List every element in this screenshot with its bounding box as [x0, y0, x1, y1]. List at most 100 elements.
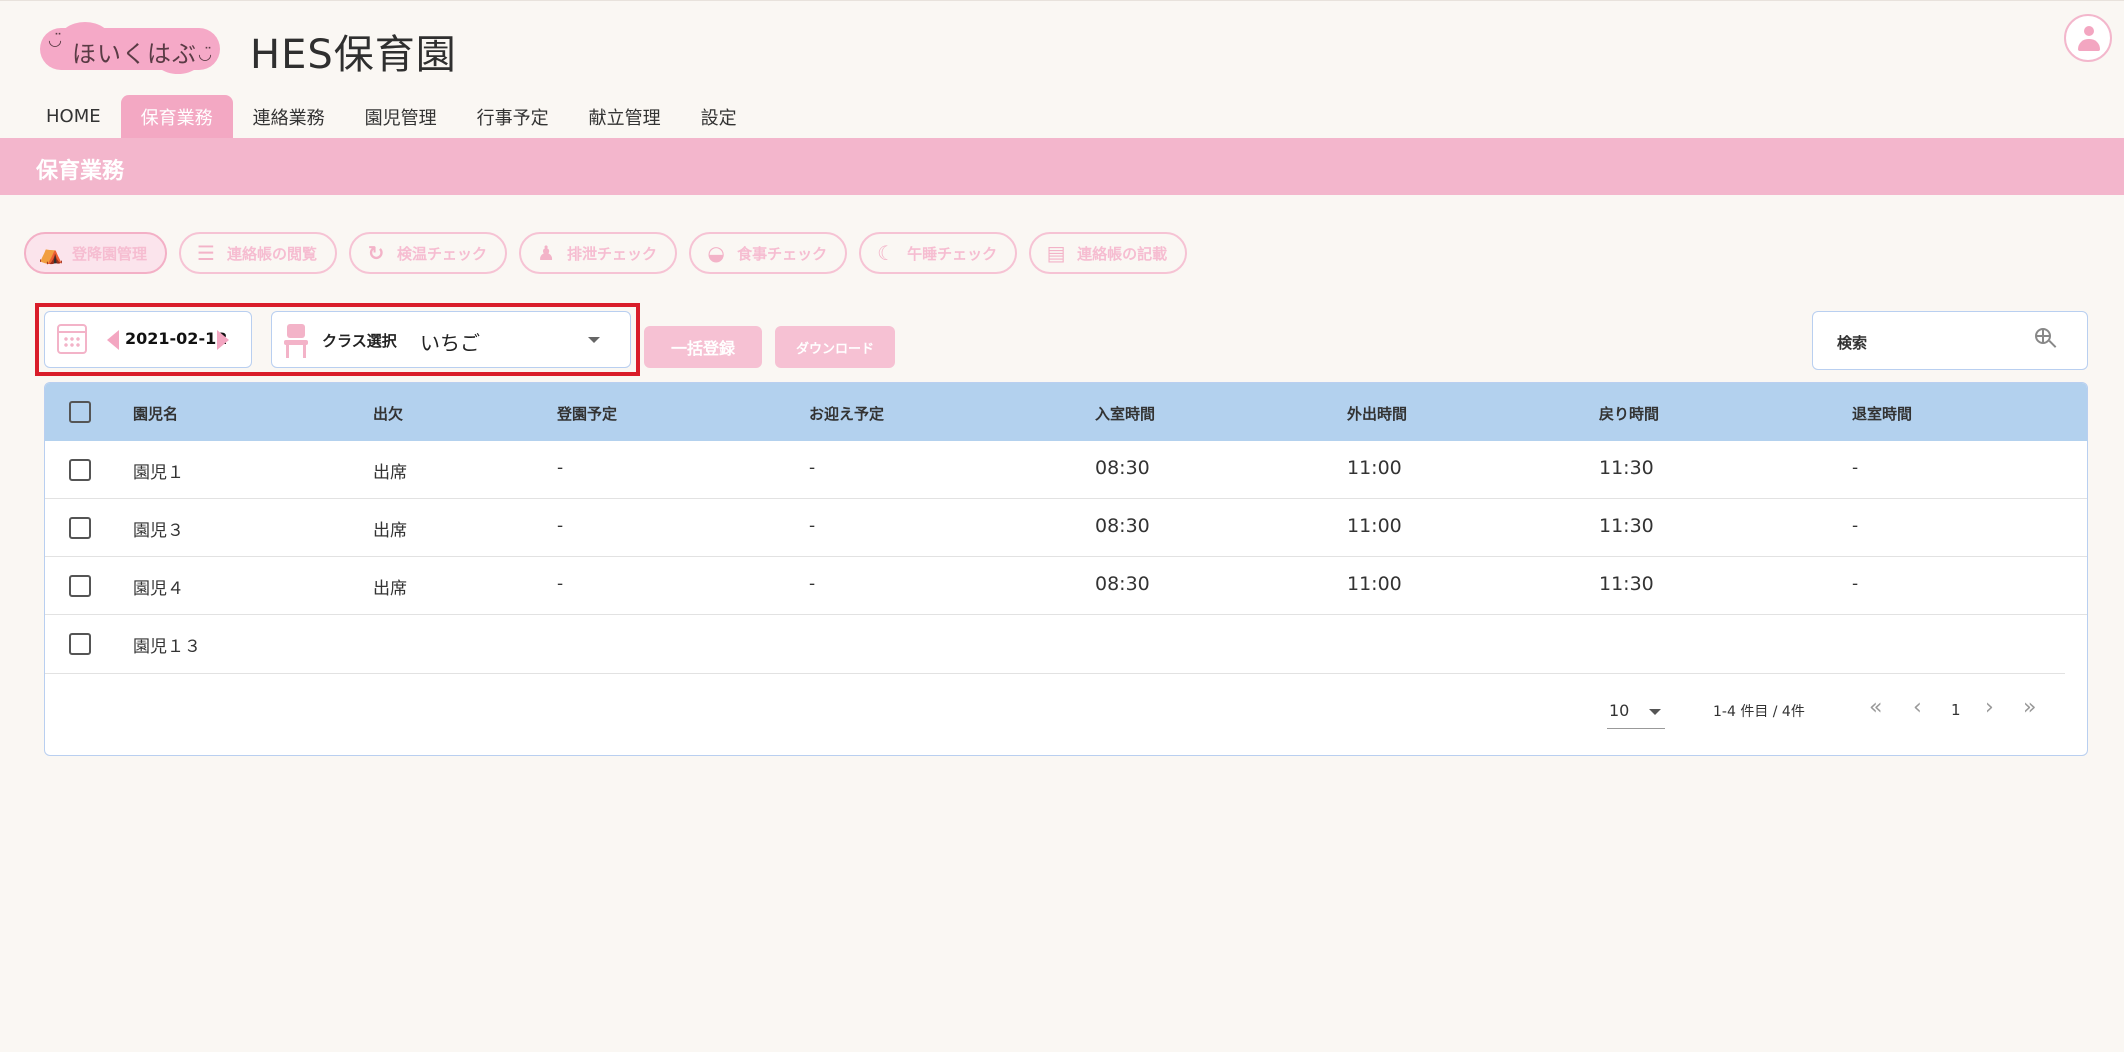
- notebook-icon: ▤: [1046, 241, 1066, 265]
- next-date-icon[interactable]: [217, 330, 229, 350]
- logo-face-left-icon: ◡̈: [48, 30, 62, 49]
- nav-tab-gyoji[interactable]: 行事予定: [457, 95, 569, 138]
- column-header[interactable]: 出欠: [373, 403, 403, 424]
- submenu-label: 排泄チェック: [567, 244, 658, 263]
- chevron-down-icon: [1649, 709, 1661, 715]
- first-page-icon[interactable]: «: [1869, 695, 1882, 720]
- scheduled-arrival: -: [557, 574, 564, 594]
- user-avatar-button[interactable]: [2064, 14, 2112, 62]
- scheduled-pickup: -: [809, 574, 816, 594]
- column-header[interactable]: 入室時間: [1095, 403, 1155, 424]
- exit-time: -: [1852, 458, 1859, 478]
- outing-time: 11:00: [1347, 457, 1402, 479]
- per-page-select[interactable]: 10: [1607, 699, 1665, 729]
- submenu-nap-button[interactable]: ☾ 午睡チェック: [859, 232, 1018, 274]
- submenu-label: 登降園管理: [72, 244, 148, 263]
- child-name: 園児１: [133, 463, 184, 483]
- child-name: 園児４: [133, 579, 184, 599]
- exit-time: -: [1852, 516, 1859, 536]
- submenu-attendance-button[interactable]: ⛺ 登降園管理: [24, 232, 168, 274]
- top-border: [0, 0, 2124, 1]
- search-icon[interactable]: [2035, 328, 2057, 350]
- child-name: 園児３: [133, 521, 184, 541]
- pager-divider: [45, 673, 2065, 674]
- row-checkbox[interactable]: [69, 459, 91, 481]
- submenu-label: 食事チェック: [737, 244, 828, 263]
- calendar-icon[interactable]: [57, 324, 87, 354]
- submenu-meal-button[interactable]: ◒ 食事チェック: [689, 232, 848, 274]
- nav-tab-home[interactable]: HOME: [26, 95, 121, 138]
- thermometer-icon: ↻: [367, 241, 385, 265]
- logo[interactable]: ◡̈ ほいくはぶ ◡̈: [40, 22, 220, 74]
- submenu-label: 連絡帳の閲覧: [227, 244, 318, 263]
- submenu-label: 午睡チェック: [907, 244, 998, 263]
- site-title: HES保育園: [250, 32, 457, 78]
- nav-tab-kondate[interactable]: 献立管理: [569, 95, 681, 138]
- next-page-icon[interactable]: ›: [1985, 695, 1994, 720]
- duck-icon: ♟: [537, 241, 556, 265]
- class-select[interactable]: クラス選択 いちご: [271, 311, 631, 368]
- submenu-notebook-view-button[interactable]: ☰ 連絡帳の閲覧: [179, 232, 338, 274]
- column-header[interactable]: 登園予定: [557, 403, 617, 424]
- bulk-register-button[interactable]: 一括登録: [644, 326, 762, 368]
- table-row[interactable]: 園児４ 出席 - - 08:30 11:00 11:30 -: [45, 557, 2087, 615]
- submenu-temperature-button[interactable]: ↻ 検温チェック: [349, 232, 508, 274]
- exit-time: -: [1852, 574, 1859, 594]
- column-header[interactable]: 外出時間: [1347, 403, 1407, 424]
- return-time: 11:30: [1599, 457, 1654, 479]
- outing-time: 11:00: [1347, 573, 1402, 595]
- arch-icon: ⛺: [38, 241, 64, 265]
- user-icon: [2084, 26, 2094, 36]
- class-select-label: クラス選択: [322, 332, 397, 350]
- scheduled-pickup: -: [809, 516, 816, 536]
- nav-tab-hoiku[interactable]: 保育業務: [120, 95, 233, 138]
- list-icon: ☰: [197, 241, 215, 265]
- chevron-down-icon: [588, 337, 600, 343]
- submenu-label: 検温チェック: [397, 244, 488, 263]
- per-page-value: 10: [1609, 701, 1630, 720]
- submenu-label: 連絡帳の記載: [1077, 244, 1168, 263]
- column-header[interactable]: お迎え予定: [809, 403, 884, 424]
- scheduled-arrival: -: [557, 458, 564, 478]
- bowl-icon: ◒: [707, 241, 725, 265]
- row-checkbox[interactable]: [69, 575, 91, 597]
- select-all-checkbox[interactable]: [69, 401, 91, 423]
- attendance-status: 出席: [373, 521, 407, 541]
- table-row[interactable]: 園児１ 出席 - - 08:30 11:00 11:30 -: [45, 441, 2087, 499]
- prev-page-icon[interactable]: ‹: [1913, 695, 1922, 720]
- row-checkbox[interactable]: [69, 633, 91, 655]
- column-header[interactable]: 退室時間: [1852, 403, 1912, 424]
- submenu-excretion-button[interactable]: ♟ 排泄チェック: [519, 232, 678, 274]
- current-page[interactable]: 1: [1951, 701, 1961, 719]
- scheduled-arrival: -: [557, 516, 564, 536]
- logo-text: ほいくはぶ: [72, 40, 197, 68]
- table-row[interactable]: 園児１３: [45, 615, 2087, 673]
- class-select-value: いちご: [420, 331, 480, 355]
- date-picker[interactable]: 2021-02-12: [44, 311, 252, 368]
- logo-face-right-icon: ◡̈: [198, 44, 212, 63]
- chair-icon: [284, 324, 308, 358]
- search-placeholder: 検索: [1837, 334, 1868, 352]
- entry-time: 08:30: [1095, 573, 1150, 595]
- attendance-status: 出席: [373, 463, 407, 483]
- submenu-notebook-write-button[interactable]: ▤ 連絡帳の記載: [1029, 232, 1188, 274]
- last-page-icon[interactable]: »: [2023, 695, 2036, 720]
- download-button[interactable]: ダウンロード: [775, 326, 895, 368]
- column-header[interactable]: 戻り時間: [1599, 403, 1659, 424]
- return-time: 11:30: [1599, 515, 1654, 537]
- child-name: 園児１３: [133, 637, 201, 657]
- column-header[interactable]: 園児名: [133, 403, 178, 424]
- attendance-table: 園児名 出欠 登園予定 お迎え予定 入室時間 外出時間 戻り時間 退室時間 園児…: [44, 382, 2088, 756]
- search-input[interactable]: 検索: [1812, 311, 2088, 370]
- entry-time: 08:30: [1095, 515, 1150, 537]
- nav-tab-settings[interactable]: 設定: [681, 95, 757, 138]
- table-row[interactable]: 園児３ 出席 - - 08:30 11:00 11:30 -: [45, 499, 2087, 557]
- nav-tab-renraku[interactable]: 連絡業務: [233, 95, 345, 138]
- prev-date-icon[interactable]: [107, 330, 119, 350]
- return-time: 11:30: [1599, 573, 1654, 595]
- row-checkbox[interactable]: [69, 517, 91, 539]
- nav-tab-enji[interactable]: 園児管理: [345, 95, 457, 138]
- section-header: 保育業務: [0, 138, 2124, 195]
- scheduled-pickup: -: [809, 458, 816, 478]
- date-value: 2021-02-12: [125, 329, 228, 348]
